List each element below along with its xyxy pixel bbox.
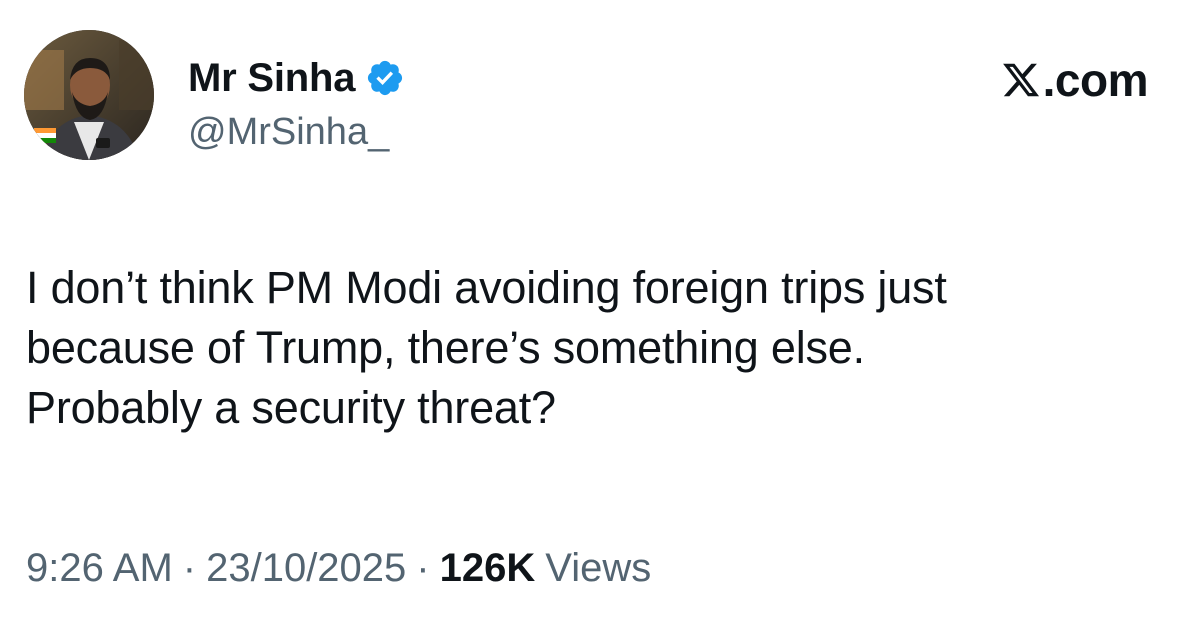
avatar[interactable] (24, 30, 154, 160)
author-handle[interactable]: @MrSinha_ (188, 108, 389, 156)
tweet-text: I don’t think PM Modi avoiding foreign t… (26, 262, 947, 433)
tweet-date[interactable]: 23/10/2025 (206, 540, 406, 596)
tweet-card: Mr Sinha @MrSinha_ .com I don’t think PM… (0, 0, 1200, 629)
meta-separator: · (416, 546, 430, 590)
brand-logo: .com (1001, 50, 1149, 110)
tweet-time[interactable]: 9:26 AM (26, 540, 173, 596)
brand-domain-text: .com (1042, 54, 1149, 106)
avatar-photo (24, 30, 154, 160)
views-label: Views (545, 546, 652, 590)
x-logo-icon (1001, 60, 1041, 100)
meta-separator: · (182, 546, 197, 590)
views-count: 126K (439, 546, 536, 590)
author-display-name[interactable]: Mr Sinha (188, 52, 356, 104)
author-name-row: Mr Sinha (188, 52, 405, 104)
verified-badge-icon (365, 58, 405, 98)
tweet-meta: 9:26 AM · 23/10/2025 · 126K Views (26, 540, 651, 596)
